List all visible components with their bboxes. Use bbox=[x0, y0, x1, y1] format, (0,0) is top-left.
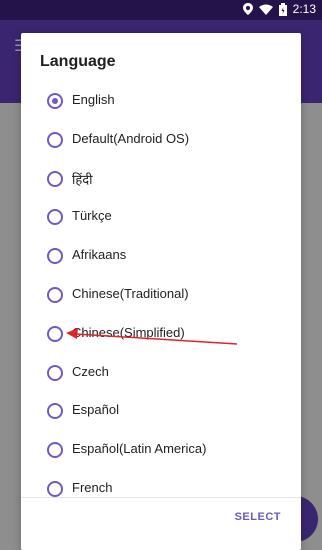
language-option[interactable]: Chinese(Traditional) bbox=[21, 276, 301, 315]
status-bar: 2:13 bbox=[0, 0, 322, 20]
option-label: Español(Latin America) bbox=[72, 441, 207, 457]
language-option[interactable]: English bbox=[21, 82, 301, 121]
language-option[interactable]: Czech bbox=[21, 354, 301, 393]
radio-button[interactable] bbox=[47, 325, 63, 342]
dialog-title: Language bbox=[40, 53, 116, 70]
language-dialog: Language English Default(Android OS) हिं… bbox=[21, 33, 301, 550]
option-label: Chinese(Traditional) bbox=[72, 285, 189, 301]
option-label: Afrikaans bbox=[72, 247, 127, 263]
radio-button[interactable] bbox=[47, 248, 63, 265]
radio-button[interactable] bbox=[47, 209, 63, 226]
radio-button[interactable] bbox=[47, 131, 63, 148]
option-label: French bbox=[72, 479, 113, 495]
language-option[interactable]: Türkçe bbox=[21, 198, 301, 237]
radio-button[interactable] bbox=[47, 170, 63, 187]
language-options: English Default(Android OS) हिंदी Türkçe… bbox=[21, 82, 301, 509]
radio-button[interactable] bbox=[47, 480, 63, 497]
select-button[interactable]: SELECT bbox=[235, 511, 281, 523]
radio-button-checked[interactable] bbox=[47, 93, 63, 109]
option-label: Default(Android OS) bbox=[72, 130, 190, 146]
status-icons: 2:13 bbox=[242, 2, 316, 16]
dialog-divider bbox=[21, 497, 301, 498]
language-option[interactable]: Español bbox=[21, 392, 301, 431]
language-option[interactable]: French bbox=[21, 470, 301, 509]
option-label: Español bbox=[72, 402, 119, 418]
status-time: 2:13 bbox=[292, 2, 316, 16]
language-option[interactable]: Español(Latin America) bbox=[21, 431, 301, 470]
option-label: Chinese(Simplified) bbox=[72, 324, 185, 340]
radio-button[interactable] bbox=[47, 403, 63, 420]
radio-button[interactable] bbox=[47, 286, 63, 303]
option-label: हिंदी bbox=[72, 171, 93, 187]
location-icon bbox=[242, 3, 253, 15]
option-label: Türkçe bbox=[72, 208, 112, 224]
wifi-icon bbox=[258, 4, 273, 15]
language-option[interactable]: Afrikaans bbox=[21, 237, 301, 276]
radio-button[interactable] bbox=[47, 364, 63, 381]
radio-button[interactable] bbox=[47, 442, 63, 459]
language-option[interactable]: Default(Android OS) bbox=[21, 121, 301, 160]
option-label: English bbox=[72, 92, 115, 107]
battery-icon bbox=[278, 2, 287, 16]
language-option[interactable]: हिंदी bbox=[21, 160, 301, 199]
option-label: Czech bbox=[72, 363, 109, 379]
language-option[interactable]: Chinese(Simplified) bbox=[21, 315, 301, 354]
